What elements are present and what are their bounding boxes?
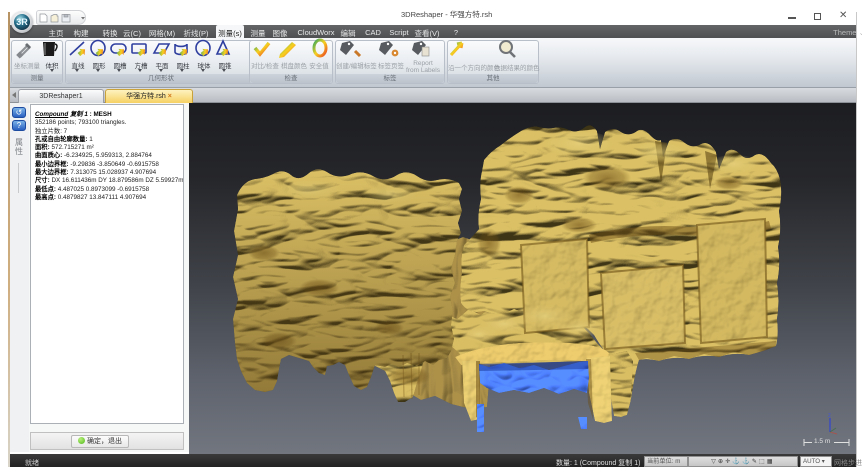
svg-text:z: z	[828, 413, 831, 419]
